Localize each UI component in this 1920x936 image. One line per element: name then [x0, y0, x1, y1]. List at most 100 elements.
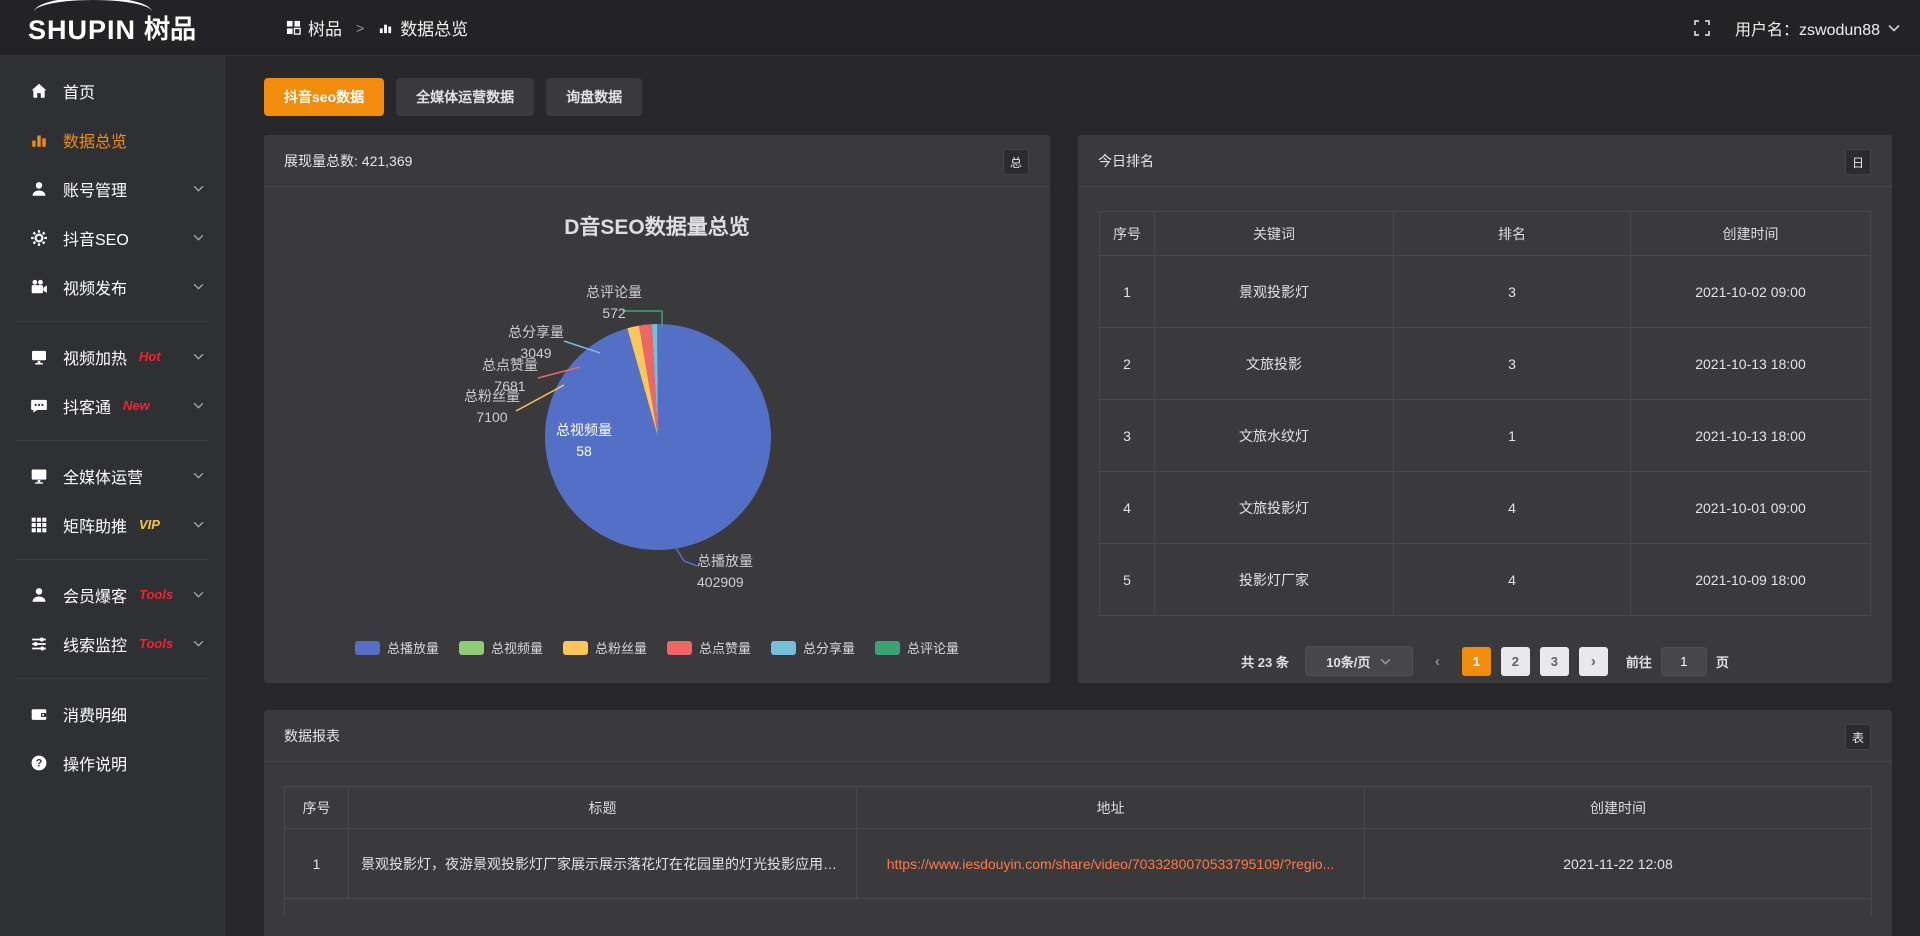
chevron-down-icon	[1888, 24, 1900, 32]
chevron-down-icon	[193, 234, 204, 241]
next-page-button[interactable]: ›	[1579, 647, 1608, 676]
pie-label-comments: 总评论量572	[572, 282, 656, 324]
cell-title: 景观投影灯，夜游景观投影灯厂家展示展示落花灯在花园里的灯光投影应用效果 #	[349, 829, 857, 899]
sidebar-item-video-publish[interactable]: 视频发布	[0, 262, 224, 311]
breadcrumb-root[interactable]: 树品	[308, 15, 342, 40]
legend-item[interactable]: 总视频量	[459, 638, 543, 657]
col-title: 标题	[349, 787, 857, 829]
table-row	[285, 899, 1872, 915]
page-button-1[interactable]: 1	[1462, 647, 1491, 676]
monitor-icon	[30, 467, 48, 485]
topbar-right: 用户名：zswodun88	[1693, 16, 1900, 40]
chart-legend: 总播放量 总视频量 总粉丝量 总点赞量 总分享量 总评论量	[264, 638, 1050, 657]
report-panel-title: 数据报表	[264, 710, 1892, 762]
sidebar-item-account[interactable]: 账号管理	[0, 164, 224, 213]
legend-item[interactable]: 总分享量	[771, 638, 855, 657]
pie-chart: D音SEO数据量总览 总评论量572 总分享量3049 总点赞量7681	[264, 187, 1050, 683]
legend-swatch	[563, 641, 588, 655]
cell-created: 2021-11-22 12:08	[1365, 829, 1872, 899]
legend-swatch	[355, 641, 380, 655]
question-circle-icon: ?	[30, 754, 48, 772]
pie-label-fans: 总粉丝量7100	[450, 386, 534, 428]
col-rank: 排名	[1394, 212, 1631, 256]
table-header-row: 序号 关键词 排名 创建时间	[1100, 212, 1871, 256]
page-size-select[interactable]: 10条/页	[1305, 646, 1413, 676]
sidebar-item-douyin-seo[interactable]: 抖音SEO	[0, 213, 224, 262]
sidebar-divider	[16, 321, 208, 322]
page-button-2[interactable]: 2	[1501, 647, 1530, 676]
day-badge-button[interactable]: 日	[1845, 149, 1871, 175]
sidebar-item-douketong[interactable]: 抖客通 New	[0, 381, 224, 430]
user-icon	[30, 586, 48, 604]
chevron-down-icon	[1380, 658, 1391, 665]
table-badge-button[interactable]: 表	[1845, 724, 1871, 750]
wallet-icon	[30, 705, 48, 723]
vip-badge: VIP	[139, 517, 160, 532]
total-badge-button[interactable]: 总	[1003, 149, 1029, 175]
topbar: SHUPIN 树品 树品 > 数据总览 用户名：zswodun88	[0, 0, 1920, 56]
goto-page-input[interactable]	[1661, 647, 1707, 676]
sidebar-item-data-overview[interactable]: 数据总览	[0, 115, 224, 164]
legend-swatch	[875, 641, 900, 655]
user-dropdown[interactable]: 用户名：zswodun88	[1735, 16, 1900, 40]
bar-chart-icon	[378, 20, 393, 35]
overview-panel: 展现量总数: 421,369 总 D音SEO数据量总览 总评论量572 总分享量…	[264, 135, 1050, 683]
hot-badge: Hot	[139, 349, 161, 364]
user-label: 用户名：zswodun88	[1735, 16, 1880, 40]
sidebar-item-member-baoke[interactable]: 会员爆客 Tools	[0, 570, 224, 619]
breadcrumb-current[interactable]: 数据总览	[400, 15, 468, 40]
legend-label: 总评论量	[907, 638, 959, 657]
gear-icon	[30, 229, 48, 247]
chart-title: D音SEO数据量总览	[264, 187, 1050, 241]
tab-inquiry-data[interactable]: 询盘数据	[546, 78, 642, 116]
chevron-down-icon	[193, 402, 204, 409]
cell-url: https://www.iesdouyin.com/share/video/70…	[857, 829, 1365, 899]
col-created: 创建时间	[1631, 212, 1871, 256]
legend-item[interactable]: 总播放量	[355, 638, 439, 657]
legend-label: 总点赞量	[699, 638, 751, 657]
new-badge: New	[123, 398, 150, 413]
legend-item[interactable]: 总粉丝量	[563, 638, 647, 657]
chevron-down-icon	[193, 353, 204, 360]
sidebar-item-video-heat[interactable]: 视频加热 Hot	[0, 332, 224, 381]
legend-swatch	[771, 641, 796, 655]
ranking-panel: 今日排名 日 序号 关键词 排名 创建时间 1景观投影灯 32021-10-02…	[1078, 135, 1892, 683]
col-keyword: 关键词	[1155, 212, 1394, 256]
report-table: 序号 标题 地址 创建时间 1 景观投影灯，夜游景观投影灯厂家展示展示落花灯在花…	[284, 786, 1872, 915]
sidebar-item-help[interactable]: ? 操作说明	[0, 738, 224, 787]
legend-item[interactable]: 总评论量	[875, 638, 959, 657]
col-no: 序号	[285, 787, 349, 829]
data-tabs: 抖音seo数据 全媒体运营数据 询盘数据	[264, 78, 1892, 116]
home-icon	[30, 82, 48, 100]
sidebar-item-home[interactable]: 首页	[0, 66, 224, 115]
page-button-3[interactable]: 3	[1540, 647, 1569, 676]
cell-no: 1	[285, 829, 349, 899]
chevron-down-icon	[193, 591, 204, 598]
tools-badge: Tools	[139, 636, 173, 651]
legend-item[interactable]: 总点赞量	[667, 638, 751, 657]
sidebar-item-leads-monitor[interactable]: 线索监控 Tools	[0, 619, 224, 668]
table-row: 4文旅投影灯 42021-10-01 09:00	[1100, 472, 1871, 544]
col-created: 创建时间	[1365, 787, 1872, 829]
col-no: 序号	[1100, 212, 1155, 256]
sidebar-item-spending-details[interactable]: 消费明细	[0, 689, 224, 738]
prev-page-button[interactable]: ‹	[1423, 647, 1452, 676]
sidebar-item-matrix-boost[interactable]: 矩阵助推 VIP	[0, 500, 224, 549]
sidebar-item-media-operation[interactable]: 全媒体运营	[0, 451, 224, 500]
tab-douyin-seo-data[interactable]: 抖音seo数据	[264, 78, 384, 116]
logo-cn: 树品	[144, 9, 196, 46]
sidebar-divider	[16, 678, 208, 679]
legend-label: 总粉丝量	[595, 638, 647, 657]
main-content: 抖音seo数据 全媒体运营数据 询盘数据 展现量总数: 421,369 总 D音…	[225, 56, 1920, 936]
table-row: 3文旅水纹灯 12021-10-13 18:00	[1100, 400, 1871, 472]
sidebar-divider	[16, 440, 208, 441]
pagination: 共 23 条 10条/页 ‹ 1 2 3 › 前往 页	[1078, 646, 1892, 676]
video-link[interactable]: https://www.iesdouyin.com/share/video/70…	[887, 856, 1335, 872]
legend-label: 总播放量	[387, 638, 439, 657]
legend-label: 总视频量	[491, 638, 543, 657]
legend-swatch	[667, 641, 692, 655]
overview-panel-title: 展现量总数: 421,369	[264, 135, 1050, 187]
fullscreen-icon[interactable]	[1693, 19, 1711, 37]
col-url: 地址	[857, 787, 1365, 829]
tab-media-operation-data[interactable]: 全媒体运营数据	[396, 78, 534, 116]
